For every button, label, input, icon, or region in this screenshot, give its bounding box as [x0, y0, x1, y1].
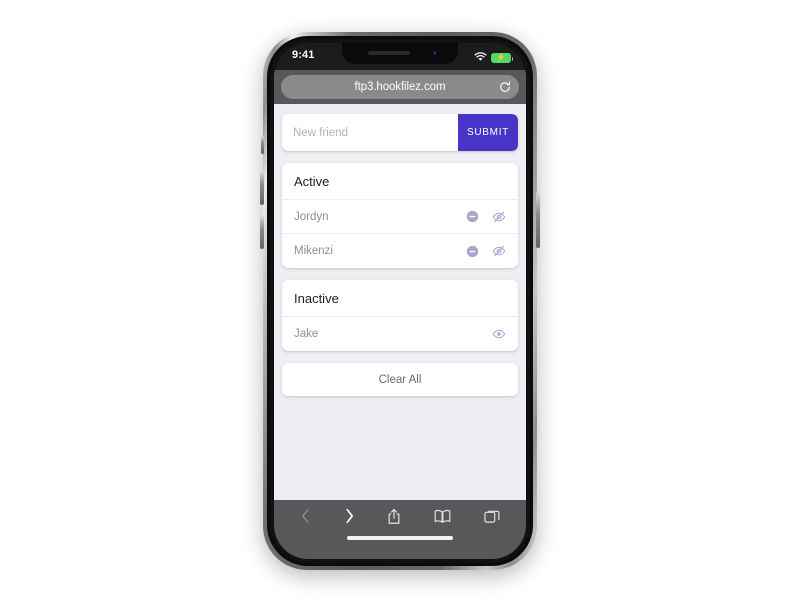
- minus-circle-icon[interactable]: [466, 210, 479, 223]
- minus-circle-icon[interactable]: [466, 245, 479, 258]
- notch: [342, 43, 458, 64]
- back-button[interactable]: [300, 508, 311, 524]
- reload-icon[interactable]: [499, 81, 511, 93]
- browser-toolbar: [274, 500, 526, 532]
- clear-all-button[interactable]: Clear All: [282, 363, 518, 396]
- active-section-card: Active Jordyn Mikenzi: [282, 163, 518, 268]
- section-title-inactive: Inactive: [282, 280, 518, 317]
- book-icon[interactable]: [434, 509, 451, 524]
- earpiece-speaker: [368, 51, 410, 55]
- address-bar[interactable]: ftp3.hookfilez.com: [281, 75, 519, 99]
- phone-device: 9:41 ⚡ ftp3.hookfilez.com New friend SUB…: [260, 32, 540, 570]
- web-page-viewport: SUBMIT Active Jordyn: [274, 104, 526, 500]
- wifi-icon: [474, 49, 487, 67]
- friend-name: Jordyn: [294, 210, 329, 223]
- volume-down-button[interactable]: [260, 216, 264, 249]
- status-bar-indicators: ⚡: [474, 49, 513, 67]
- home-indicator[interactable]: [347, 536, 453, 540]
- volume-up-button[interactable]: [260, 172, 264, 205]
- eye-off-icon[interactable]: [492, 244, 506, 258]
- status-bar: 9:41 ⚡: [274, 43, 526, 70]
- compose-row: SUBMIT: [282, 114, 518, 151]
- row-actions: [466, 210, 506, 224]
- address-bar-url: ftp3.hookfilez.com: [354, 81, 446, 93]
- forward-button[interactable]: [344, 508, 355, 524]
- clear-all-card: Clear All: [282, 363, 518, 396]
- front-camera: [431, 49, 438, 56]
- home-indicator-area: [274, 532, 526, 559]
- battery-charging-bolt: ⚡: [496, 53, 506, 62]
- new-friend-input[interactable]: [282, 114, 458, 151]
- eye-off-icon[interactable]: [492, 210, 506, 224]
- phone-screen: 9:41 ⚡ ftp3.hookfilez.com New friend SUB…: [274, 43, 526, 559]
- battery-icon: ⚡: [491, 53, 513, 63]
- share-icon[interactable]: [387, 508, 401, 525]
- silent-switch[interactable]: [261, 136, 264, 154]
- list-item[interactable]: Jake: [282, 317, 518, 351]
- friend-name: Mikenzi: [294, 245, 333, 257]
- list-item[interactable]: Mikenzi: [282, 234, 518, 268]
- row-actions: [492, 327, 506, 341]
- compose-card: SUBMIT: [282, 114, 518, 151]
- browser-address-bar-container: ftp3.hookfilez.com: [274, 70, 526, 104]
- section-title-active: Active: [282, 163, 518, 200]
- submit-button[interactable]: SUBMIT: [458, 114, 518, 151]
- friend-name: Jake: [294, 328, 319, 340]
- inactive-section-card: Inactive Jake: [282, 280, 518, 351]
- power-button[interactable]: [536, 192, 540, 248]
- status-bar-time: 9:41: [292, 49, 315, 61]
- row-actions: [466, 244, 506, 258]
- eye-icon[interactable]: [492, 327, 506, 341]
- list-item[interactable]: Jordyn: [282, 200, 518, 234]
- tabs-icon[interactable]: [484, 508, 500, 524]
